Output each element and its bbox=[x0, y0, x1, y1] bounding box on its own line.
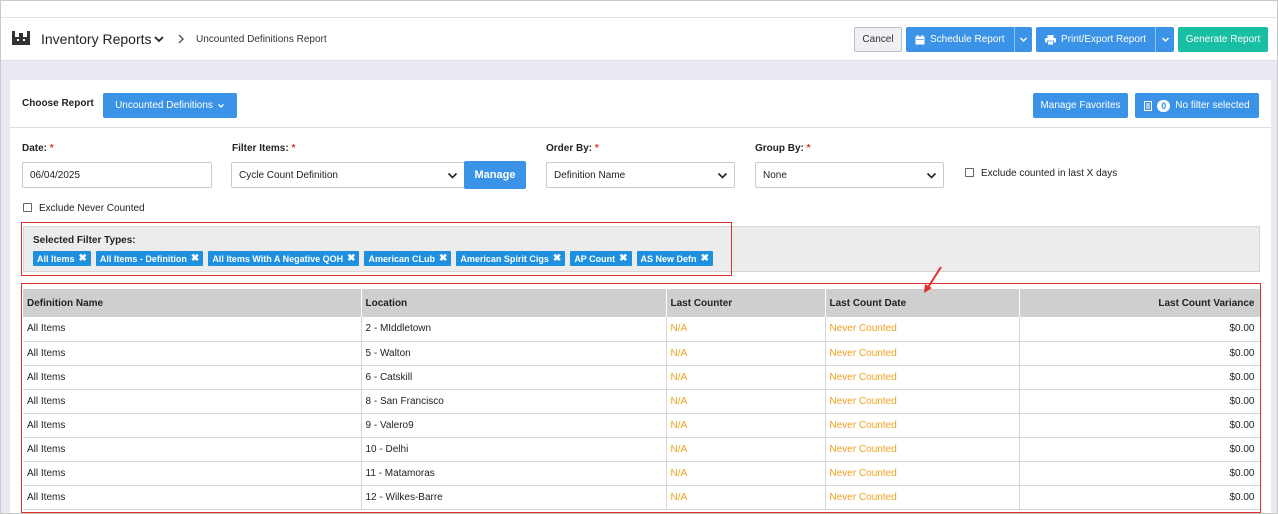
selected-report: Uncounted Definitions bbox=[115, 100, 213, 111]
report-select-button[interactable]: Uncounted Definitions bbox=[103, 93, 237, 118]
print-export-button[interactable]: Print/Export Report bbox=[1036, 27, 1174, 52]
date-value: 06/04/2025 bbox=[30, 169, 81, 181]
app-window: Inventory Reports Uncounted Definitions … bbox=[0, 0, 1278, 514]
annotation-arrow-icon bbox=[924, 266, 942, 293]
top-strip bbox=[1, 1, 1277, 18]
filter-count-badge: 0 bbox=[1157, 99, 1171, 112]
exclude-counted-label: Exclude counted in last X days bbox=[981, 168, 1118, 179]
breadcrumb: Uncounted Definitions Report bbox=[196, 34, 327, 45]
chevron-down-icon bbox=[926, 172, 937, 179]
exclude-never-counted-label: Exclude Never Counted bbox=[39, 203, 145, 214]
group-by-value: None bbox=[763, 169, 787, 181]
divider bbox=[10, 127, 1271, 128]
exclude-never-counted-checkbox[interactable] bbox=[23, 203, 32, 212]
schedule-report-label: Schedule Report bbox=[930, 34, 1005, 45]
order-by-value: Definition Name bbox=[554, 169, 626, 181]
group-by-label: Group By: * bbox=[755, 143, 811, 154]
group-by-select[interactable]: None bbox=[755, 162, 944, 188]
chevron-down-icon bbox=[447, 172, 458, 179]
chevron-down-icon bbox=[1161, 37, 1169, 43]
print-export-dropdown-toggle[interactable] bbox=[1155, 27, 1174, 52]
schedule-report-button[interactable]: Schedule Report bbox=[906, 27, 1032, 52]
page-title[interactable]: Inventory Reports bbox=[41, 31, 152, 47]
filters-highlight-box bbox=[21, 222, 732, 276]
order-by-label: Order By: * bbox=[546, 143, 599, 154]
list-icon bbox=[1144, 100, 1153, 111]
breadcrumb-chevron-icon bbox=[178, 34, 184, 44]
exclude-counted-checkbox[interactable] bbox=[965, 168, 974, 177]
manage-favorites-button[interactable]: Manage Favorites bbox=[1033, 93, 1128, 118]
date-input[interactable]: 06/04/2025 bbox=[22, 162, 212, 188]
chevron-down-icon bbox=[717, 172, 728, 179]
manage-button[interactable]: Manage bbox=[464, 161, 526, 189]
chevron-down-icon bbox=[217, 103, 224, 108]
filter-status-button[interactable]: 0 No filter selected bbox=[1135, 93, 1259, 118]
filter-items-label: Filter Items: * bbox=[232, 143, 296, 154]
printer-icon bbox=[1045, 34, 1056, 45]
schedule-dropdown-toggle[interactable] bbox=[1013, 27, 1033, 52]
order-by-select[interactable]: Definition Name bbox=[546, 162, 735, 188]
chevron-down-icon[interactable] bbox=[152, 32, 166, 46]
date-label: Date: * bbox=[22, 143, 54, 154]
table-highlight-box bbox=[21, 283, 1261, 513]
choose-report-label: Choose Report bbox=[22, 98, 94, 109]
cancel-button[interactable]: Cancel bbox=[854, 27, 902, 52]
no-filter-label: No filter selected bbox=[1175, 100, 1250, 111]
calendar-icon bbox=[915, 34, 925, 44]
filter-items-select[interactable]: Cycle Count Definition bbox=[231, 162, 465, 188]
print-export-label: Print/Export Report bbox=[1061, 34, 1147, 45]
filter-items-value: Cycle Count Definition bbox=[239, 169, 338, 181]
generate-report-button[interactable]: Generate Report bbox=[1178, 27, 1268, 52]
factory-icon bbox=[12, 31, 30, 45]
chevron-down-icon bbox=[1019, 37, 1027, 43]
page-header: Inventory Reports Uncounted Definitions … bbox=[1, 18, 1277, 61]
